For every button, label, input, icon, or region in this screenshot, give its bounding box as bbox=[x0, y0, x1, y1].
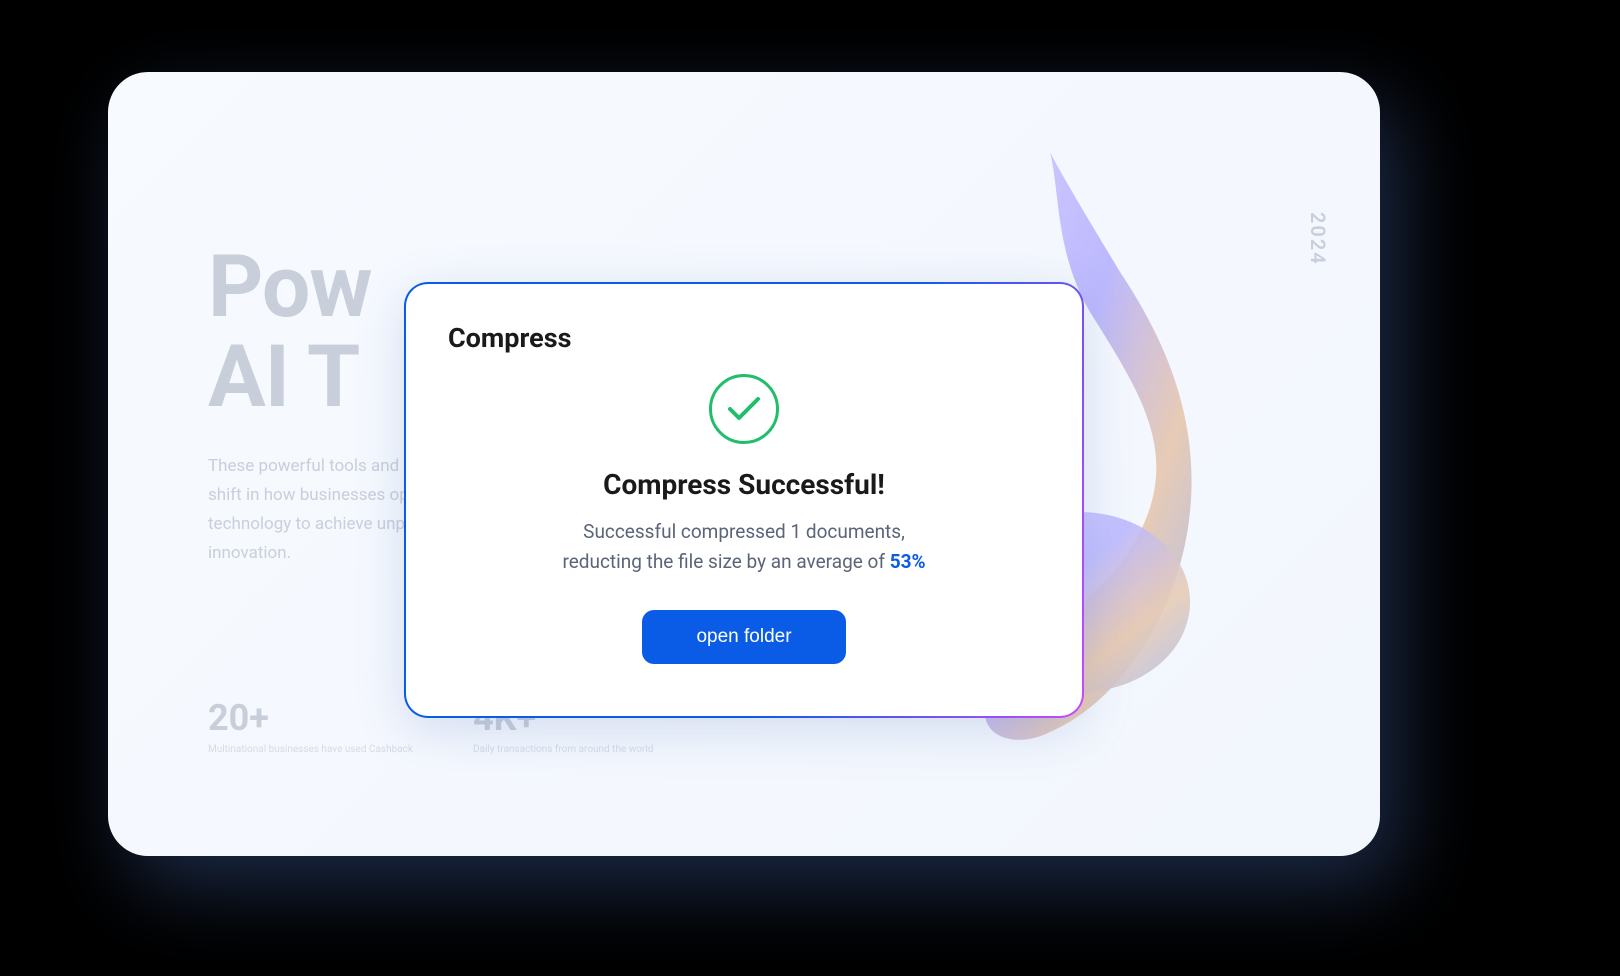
modal-success-title: Compress Successful! bbox=[603, 468, 885, 501]
modal-message-line1: Successful compressed 1 documents, bbox=[583, 520, 905, 543]
compress-result-modal: Compress Compress Successful! Successful… bbox=[404, 282, 1084, 718]
background-year: 2024 bbox=[1306, 212, 1330, 266]
modal-inner: Compress Compress Successful! Successful… bbox=[406, 284, 1082, 716]
stat-item: 20+ Multinational businesses have used C… bbox=[208, 697, 413, 756]
app-window: Pow AI T These powerful tools and strate… bbox=[108, 72, 1380, 856]
stat-label: Multinational businesses have used Cashb… bbox=[208, 743, 413, 756]
reduction-percent: 53% bbox=[890, 550, 926, 573]
modal-header: Compress bbox=[448, 322, 1040, 354]
background-hero-title-line1: Pow bbox=[208, 236, 372, 337]
modal-message: Successful compressed 1 documents, reduc… bbox=[562, 517, 925, 578]
modal-body: Compress Successful! Successful compress… bbox=[448, 374, 1040, 678]
background-hero-title-line2: AI T bbox=[208, 326, 359, 427]
background-hero-title: Pow AI T bbox=[208, 242, 372, 423]
success-check-icon bbox=[709, 374, 779, 444]
modal-message-line2-prefix: reducting the file size by an average of bbox=[562, 550, 889, 573]
open-folder-button[interactable]: open folder bbox=[642, 610, 845, 664]
stat-value: 20+ bbox=[208, 697, 413, 739]
stat-label: Daily transactions from around the world bbox=[473, 743, 653, 756]
